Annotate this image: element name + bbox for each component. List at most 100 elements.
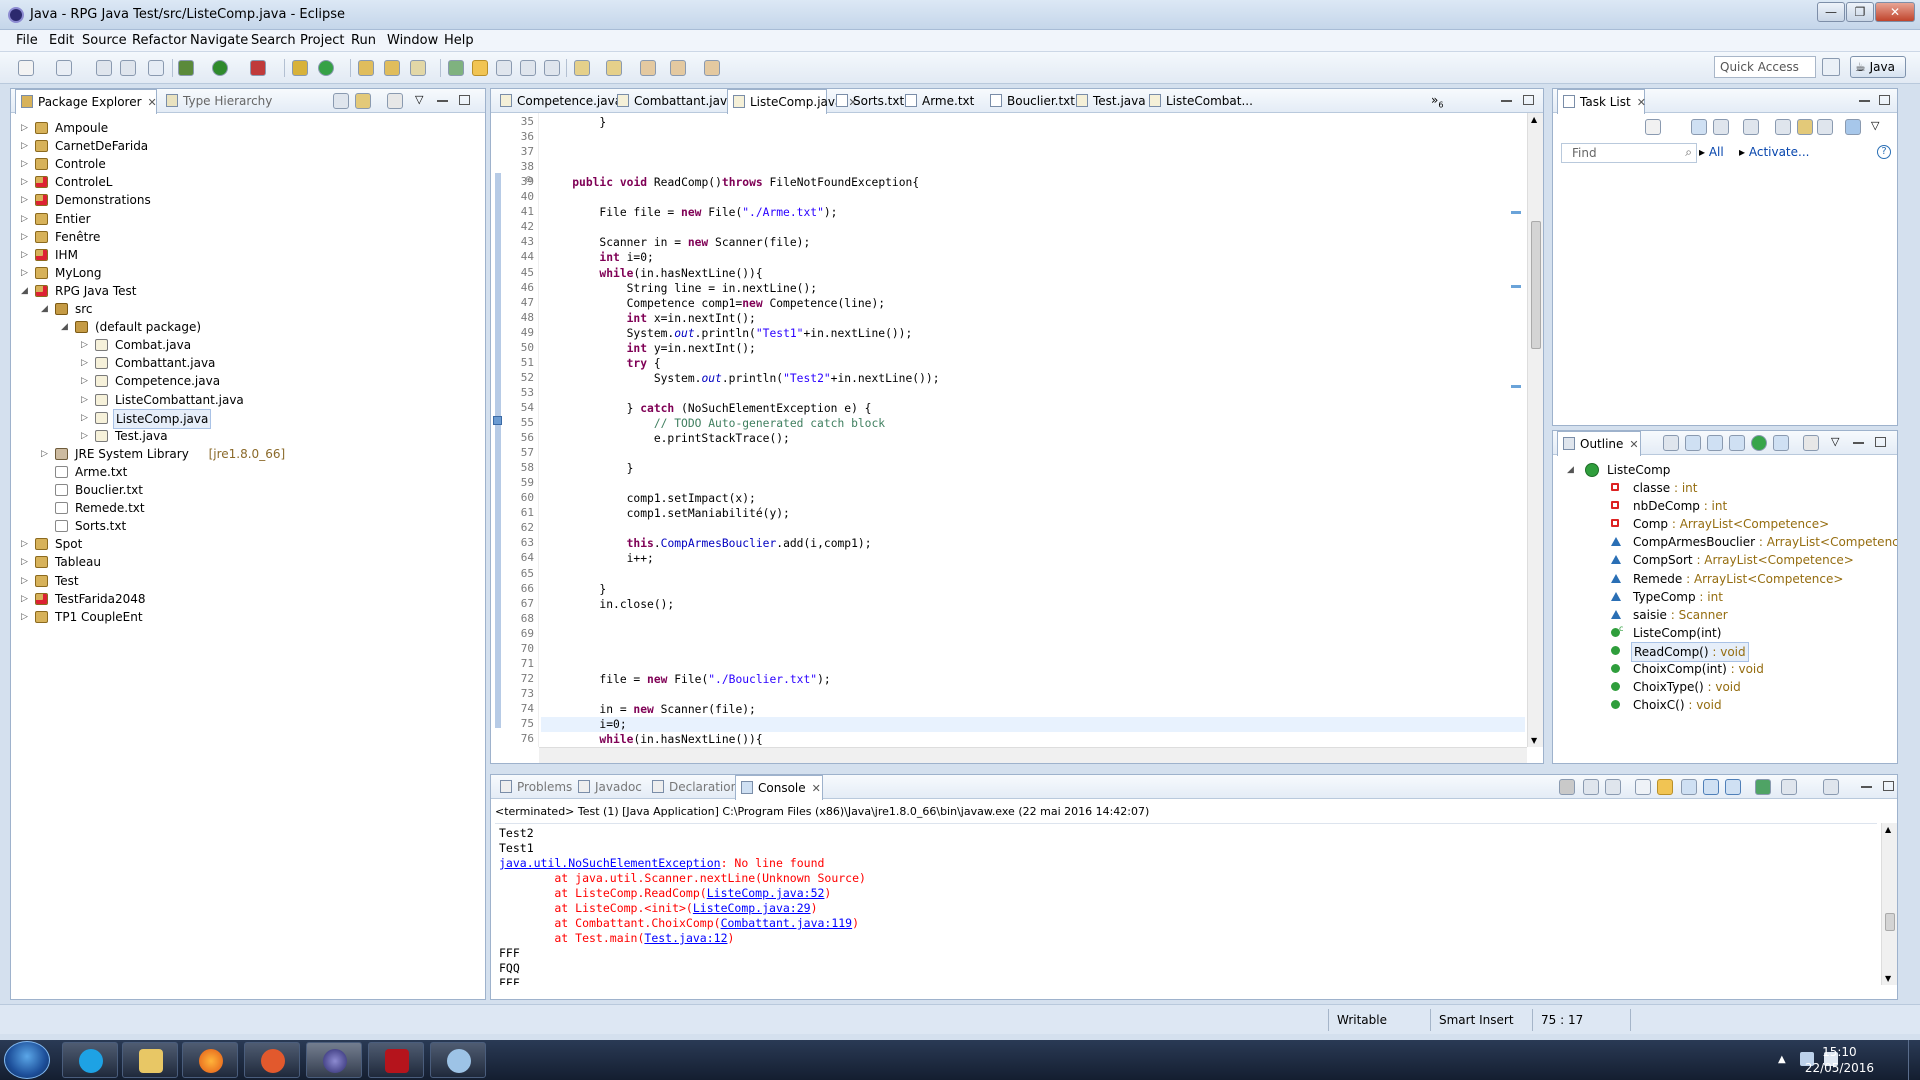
tree-item[interactable]: ▷ MyLong (11, 264, 485, 282)
collapsed-arrow-icon[interactable]: ▷ (41, 445, 48, 463)
collapsed-arrow-icon[interactable]: ▷ (21, 173, 28, 191)
task-find-input[interactable]: Find ⌕ (1561, 143, 1697, 163)
open-perspective-icon[interactable] (1822, 58, 1840, 76)
tree-item[interactable]: ▷ Test.java (11, 427, 485, 445)
tab-declaration[interactable]: Declaration (647, 775, 738, 799)
tree-item[interactable]: ▷ JRE System Library [jre1.8.0_66] (11, 445, 485, 463)
close-icon[interactable]: ✕ (812, 782, 821, 795)
hide-completed-icon[interactable] (1775, 119, 1791, 135)
synchronize-icon[interactable] (1845, 119, 1861, 135)
taskbar-acrobat[interactable] (368, 1042, 424, 1078)
block-selection-icon[interactable] (496, 60, 512, 76)
scroll-up-icon[interactable]: ▲ (1531, 115, 1537, 124)
menu-project[interactable]: Project (300, 33, 344, 48)
tree-item[interactable]: ▷ Combattant.java (11, 354, 485, 372)
save-icon[interactable] (56, 60, 72, 76)
tree-item[interactable]: ▷ Controle (11, 155, 485, 173)
back-icon[interactable] (640, 60, 656, 76)
outline-member[interactable]: saisie : Scanner (1553, 606, 1897, 624)
search-icon[interactable] (410, 60, 426, 76)
sort-icon[interactable] (1685, 435, 1701, 451)
minimize-icon[interactable] (1853, 441, 1864, 444)
outline-member[interactable]: c ListeComp(int) (1553, 624, 1897, 642)
taskbar-skype[interactable] (62, 1042, 118, 1078)
tree-item[interactable]: ▷ Fenêtre (11, 228, 485, 246)
collapse-all-icon[interactable] (333, 93, 349, 109)
java-perspective-button[interactable]: ☕ Java (1850, 56, 1906, 78)
menu-run[interactable]: Run (351, 33, 376, 48)
collapsed-arrow-icon[interactable]: ▷ (21, 210, 28, 228)
outline-member[interactable]: classe : int (1553, 479, 1897, 497)
hide-static-icon[interactable] (1729, 435, 1745, 451)
collapsed-arrow-icon[interactable]: ▷ (81, 409, 88, 427)
outline-member[interactable]: ChoixType() : void (1553, 678, 1897, 696)
tab-javadoc[interactable]: Javadoc (573, 775, 643, 799)
tab-bouclier-txt[interactable]: Bouclier.txt (985, 89, 1075, 113)
scroll-thumb[interactable] (1885, 913, 1895, 931)
tree-item[interactable]: ▷ Ampoule (11, 119, 485, 137)
expanded-arrow-icon[interactable]: ◢ (41, 300, 48, 318)
new-class-icon[interactable] (318, 60, 334, 76)
tree-item[interactable]: ▷ Entier (11, 210, 485, 228)
scroll-down-icon[interactable]: ▼ (1885, 974, 1891, 983)
tab-console[interactable]: Console ✕ (735, 775, 823, 800)
hide-local-types-icon[interactable] (1773, 435, 1789, 451)
view-menu-icon[interactable]: ▽ (415, 93, 423, 106)
outline-member[interactable]: TypeComp : int (1553, 588, 1897, 606)
terminate-icon[interactable] (1559, 779, 1575, 795)
collapsed-arrow-icon[interactable]: ▷ (21, 246, 28, 264)
tab-task-list[interactable]: Task List ✕ (1557, 89, 1646, 114)
filter-icon[interactable] (1743, 119, 1759, 135)
close-icon[interactable]: ✕ (1637, 96, 1646, 109)
maximize-icon[interactable] (1523, 95, 1534, 105)
tree-item[interactable]: ▷ TP1 CoupleEnt (11, 608, 485, 626)
open-console-icon[interactable] (1823, 779, 1839, 795)
stacktrace-link[interactable]: ListeComp.java:29 (693, 901, 811, 915)
tree-item[interactable]: ◢ RPG Java Test (11, 282, 485, 300)
tree-item[interactable]: ◢ src (11, 300, 485, 318)
collapsed-arrow-icon[interactable]: ▷ (81, 336, 88, 354)
hide-nonpublic-icon[interactable] (1751, 435, 1767, 451)
close-icon[interactable]: ✕ (148, 96, 157, 109)
show-hidden-icons[interactable]: ▲ (1778, 1054, 1786, 1065)
maximize-icon[interactable] (1883, 781, 1894, 791)
minimize-button[interactable]: — (1817, 2, 1845, 22)
display-console-icon[interactable] (1781, 779, 1797, 795)
outline-member[interactable]: CompSort : ArrayList<Competence> (1553, 551, 1897, 569)
tree-item[interactable]: ▷ Demonstrations (11, 191, 485, 209)
console-output[interactable]: Test2 Test1 java.util.NoSuchElementExcepti… (495, 823, 1877, 985)
outline-member[interactable]: Comp : ArrayList<Competence> (1553, 515, 1897, 533)
code-area[interactable]: } public void ReadComp()throws FileNotFo… (541, 113, 1525, 747)
collapsed-arrow-icon[interactable]: ▷ (21, 608, 28, 626)
open-type-icon[interactable] (358, 60, 374, 76)
tree-item[interactable]: ▷ ListeCombattant.java (11, 391, 485, 409)
tab-listecombat-[interactable]: ListeCombat... (1144, 89, 1256, 113)
new-task-icon[interactable] (1645, 119, 1661, 135)
tab-outline[interactable]: Outline ✕ (1557, 431, 1641, 456)
outline-member[interactable]: ChoixC() : void (1553, 696, 1897, 714)
pin-console-icon[interactable] (1755, 779, 1771, 795)
tab-overflow[interactable]: »6 (1431, 93, 1443, 109)
restore-button[interactable]: ❐ (1846, 2, 1874, 22)
hide-fields-icon[interactable] (1707, 435, 1723, 451)
collapsed-arrow-icon[interactable]: ▷ (81, 372, 88, 390)
tree-item[interactable]: ▷ ListeComp.java (11, 408, 485, 429)
debug-icon[interactable] (178, 60, 194, 76)
tab-problems[interactable]: Problems (495, 775, 572, 799)
minimize-icon[interactable] (437, 99, 448, 102)
minimize-icon[interactable] (1859, 99, 1870, 102)
menu-file[interactable]: File (16, 33, 38, 48)
taskbar-maps[interactable] (244, 1042, 300, 1078)
tab-sorts-txt[interactable]: Sorts.txt (831, 89, 904, 113)
tree-item[interactable]: ▷ ControleL (11, 173, 485, 191)
tree-item[interactable]: ▷ Tableau (11, 553, 485, 571)
outline-member[interactable]: nbDeComp : int (1553, 497, 1897, 515)
menu-edit[interactable]: Edit (49, 33, 74, 48)
minimize-icon[interactable] (1501, 99, 1512, 102)
editor-vertical-scrollbar[interactable]: ▲ ▼ (1527, 113, 1543, 747)
remove-all-icon[interactable] (1605, 779, 1621, 795)
tree-item[interactable]: ▷ CarnetDeFarida (11, 137, 485, 155)
console-vertical-scrollbar[interactable]: ▲ ▼ (1881, 823, 1897, 985)
collapsed-arrow-icon[interactable]: ▷ (21, 572, 28, 590)
paragraph-icon[interactable] (544, 60, 560, 76)
